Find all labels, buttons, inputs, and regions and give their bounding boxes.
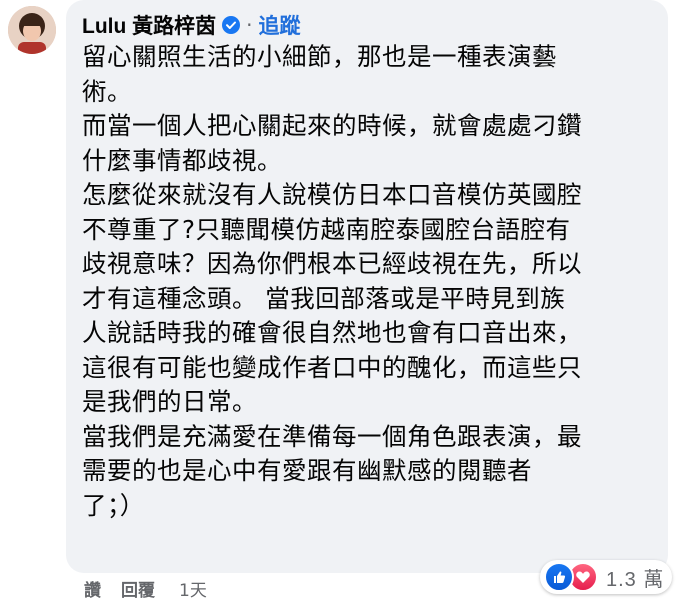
comment-line: 而當一個人把心關起來的時候，就會處處刁鑽 (82, 111, 582, 140)
comment-line: 怎麼從來就沒有人說模仿日本口音模仿英國腔 (82, 180, 582, 209)
author-name[interactable]: Lulu 黃路梓茵 (82, 10, 216, 40)
comment-line: 不尊重了?只聽聞模仿越南腔泰國腔台語腔有 (82, 214, 571, 244)
comment-header: Lulu 黃路梓茵 · 追蹤 (82, 10, 301, 40)
comment-line: 術。 (82, 76, 132, 106)
verified-badge-icon (222, 16, 241, 34)
comment-line: 什麼事情都歧視。 (82, 145, 282, 175)
comment-line: 當我們是充滿愛在準備每一個角色跟表演，最 (82, 421, 582, 451)
timestamp[interactable]: 1天 (179, 576, 207, 601)
reply-button[interactable]: 回覆 (121, 576, 155, 601)
comment-line: 是我們的日常。 (82, 387, 257, 416)
comment-line: 需要的也是心中有愛跟有幽默感的閱聽者 (82, 456, 532, 485)
separator-dot: · (246, 13, 253, 37)
comment-line: 人說話時我的確會很自然地也會有口音出來， (82, 318, 582, 347)
avatar[interactable] (8, 6, 56, 54)
comment-actions: 讚 回覆 1天 (84, 576, 227, 601)
comment-line: 了；） (82, 490, 145, 520)
reaction-count: 1.3 萬 (606, 568, 665, 591)
avatar-image (8, 6, 56, 54)
comment-line: 留心關照生活的小細節，那也是一種表演藝 (82, 42, 557, 71)
comment-text: 留心關照生活的小細節，那也是一種表演藝 術。 而當一個人把心關起來的時候，就會處… (82, 40, 662, 523)
comment-line: 這很有可能也變成作者口中的醜化，而這些只 (82, 352, 582, 382)
reaction-summary[interactable]: 1.3 萬 (540, 560, 673, 594)
comment-line: 才有這種念頭。 當我回部落或是平時見到族 (82, 283, 566, 313)
like-icon (544, 562, 574, 592)
follow-button[interactable]: 追蹤 (259, 10, 301, 40)
comment-line: 歧視意味？因為你們根本已經歧視在先，所以 (82, 249, 582, 278)
like-button[interactable]: 讚 (84, 576, 101, 601)
